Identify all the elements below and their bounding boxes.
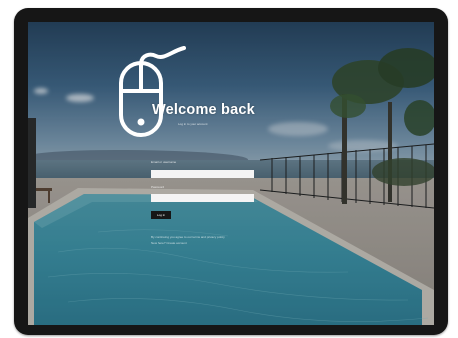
terms-text: By continuing you agree to our terms and… xyxy=(151,235,225,239)
password-label: Password xyxy=(151,185,165,189)
login-button[interactable]: Log in xyxy=(151,211,171,219)
email-input[interactable] xyxy=(151,170,254,178)
computer-mouse-icon xyxy=(119,46,186,137)
email-label: Email or username xyxy=(151,160,177,164)
signup-link[interactable]: New here? Create account xyxy=(151,241,261,245)
password-input[interactable] xyxy=(151,194,254,202)
login-subtitle: Log in to your account xyxy=(178,122,208,126)
